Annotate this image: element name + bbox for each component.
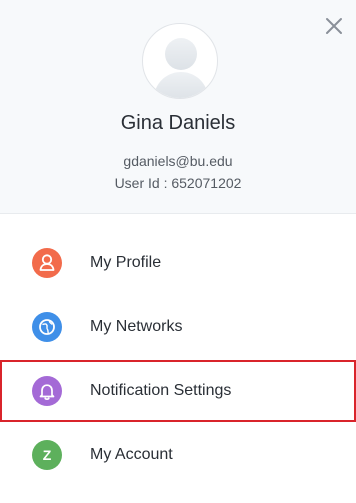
user-icon [32, 248, 62, 278]
user-id: User Id : 652071202 [114, 175, 242, 191]
avatar [142, 23, 218, 99]
account-letter: Z [42, 447, 52, 463]
user-name: Gina Daniels [120, 112, 236, 134]
close-icon[interactable] [322, 14, 346, 38]
menu-item-label: My Profile [90, 254, 162, 271]
globe-icon [32, 312, 62, 342]
menu-item-label: My Account [90, 446, 173, 463]
profile-header: Gina Daniels gdaniels@bu.edu User Id : 6… [0, 0, 356, 214]
menu-item-label: Notification Settings [90, 382, 232, 399]
user-silhouette-icon [153, 38, 209, 98]
user-email: gdaniels@bu.edu [123, 153, 233, 169]
menu-item-my-account[interactable]: Z My Account [0, 424, 356, 486]
user-menu-panel: Gina Daniels gdaniels@bu.edu User Id : 6… [0, 0, 356, 503]
menu-item-notification-settings[interactable]: Notification Settings [0, 360, 356, 422]
account-letter-icon: Z [32, 440, 62, 470]
menu-item-label: My Networks [90, 318, 183, 335]
menu-item-my-profile[interactable]: My Profile [0, 232, 356, 294]
menu-item-my-networks[interactable]: My Networks [0, 296, 356, 358]
bell-icon [32, 376, 62, 406]
